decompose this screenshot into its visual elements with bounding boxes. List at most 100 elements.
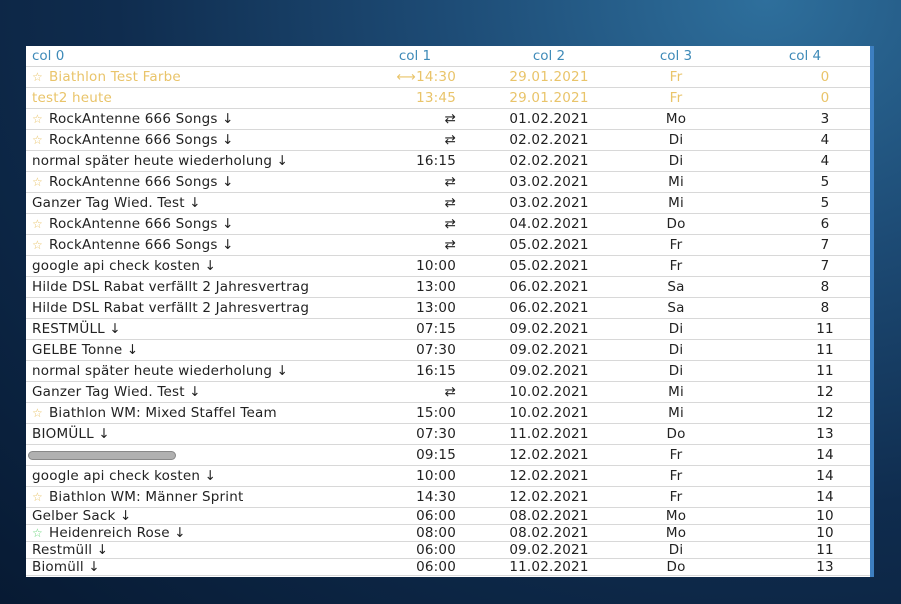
table-row[interactable]: Gelber Sack ↓ 06:00 08.02.2021 Mo 10 <box>26 507 870 525</box>
row-title: google api check kosten ↓ <box>32 258 217 274</box>
table-row[interactable]: Biomüll ↓ 06:00 11.02.2021 Do 13 <box>26 558 870 576</box>
cell-date: 02.02.2021 <box>486 150 612 172</box>
table-row[interactable]: google api check kosten ↓ 10:00 12.02.20… <box>26 465 870 487</box>
cell-weekday: Do <box>612 558 740 576</box>
cell-title: ☆ RockAntenne 666 Songs ↓ <box>26 234 344 256</box>
column-header-0[interactable]: col 0 <box>26 46 344 67</box>
table-row[interactable]: Hilde DSL Rabat verfällt 2 Jahresvertrag… <box>26 297 870 319</box>
cell-date: 04.02.2021 <box>486 213 612 235</box>
cell-weekday: Sa <box>612 276 740 298</box>
table-row[interactable]: ☆ RockAntenne 666 Songs ↓ ⇄ 05.02.2021 Fr… <box>26 234 870 256</box>
table-header-row: col 0 col 1 col 2 col 3 col 4 <box>26 46 870 67</box>
row-title: Biathlon WM: Mixed Staffel Team <box>48 405 277 421</box>
cell-count: 14 <box>740 486 870 508</box>
row-title: normal später heute wiederholung ↓ <box>32 153 289 169</box>
row-title: Biathlon Test Farbe <box>48 69 181 85</box>
star-icon: ☆ <box>32 133 43 147</box>
cell-count: 14 <box>740 465 870 487</box>
cell-date: 03.02.2021 <box>486 192 612 214</box>
cell-date: 29.01.2021 <box>486 87 612 109</box>
column-header-2[interactable]: col 2 <box>486 46 612 67</box>
cell-count: 4 <box>740 150 870 172</box>
table-row[interactable]: ☆ Biathlon Test Farbe ⟷14:30 29.01.2021 F… <box>26 66 870 88</box>
row-title: Ganzer Tag Wied. Test ↓ <box>32 384 201 400</box>
cell-weekday: Mo <box>612 108 740 130</box>
table-row[interactable]: ☆ RockAntenne 666 Songs ↓ ⇄ 02.02.2021 Di… <box>26 129 870 151</box>
row-title: Ganzer Tag Wied. Test ↓ <box>32 195 201 211</box>
cell-weekday: Fr <box>612 87 740 109</box>
cell-weekday: Mi <box>612 192 740 214</box>
cell-weekday: Di <box>612 318 740 340</box>
cell-weekday: Fr <box>612 66 740 88</box>
cell-title: BIOMÜLL ↓ <box>26 423 344 445</box>
row-title: Biomüll ↓ <box>32 559 100 575</box>
cell-time: 07:15 <box>344 318 486 340</box>
cell-time: 10:00 <box>344 465 486 487</box>
cell-date: 29.01.2021 <box>486 66 612 88</box>
cell-time: 15:00 <box>344 402 486 424</box>
cell-weekday: Fr <box>612 444 740 466</box>
table-row[interactable]: ☆ Biathlon WM: Mixed Staffel Team 15:00 1… <box>26 402 870 424</box>
table-row[interactable]: 09:15 12.02.2021 Fr 14 <box>26 444 870 466</box>
cell-title: ☆ RockAntenne 666 Songs ↓ <box>26 213 344 235</box>
cell-date: 05.02.2021 <box>486 255 612 277</box>
cell-title: google api check kosten ↓ <box>26 255 344 277</box>
table-row[interactable]: Hilde DSL Rabat verfällt 2 Jahresvertrag… <box>26 276 870 298</box>
cell-time: 13:00 <box>344 276 486 298</box>
redacted-title <box>28 450 176 460</box>
table-row[interactable]: ☆ Biathlon WM: Männer Sprint 14:30 12.02.… <box>26 486 870 508</box>
cell-weekday: Do <box>612 213 740 235</box>
cell-count: 5 <box>740 171 870 193</box>
star-icon: ☆ <box>32 112 43 126</box>
cell-count: 12 <box>740 402 870 424</box>
row-title: google api check kosten ↓ <box>32 468 217 484</box>
cell-count: 13 <box>740 558 870 576</box>
cell-date: 10.02.2021 <box>486 381 612 403</box>
cell-weekday: Fr <box>612 234 740 256</box>
table-row[interactable]: RESTMÜLL ↓ 07:15 09.02.2021 Di 11 <box>26 318 870 340</box>
table-row[interactable]: Ganzer Tag Wied. Test ↓ ⇄ 10.02.2021 Mi … <box>26 381 870 403</box>
cell-title: ☆ RockAntenne 666 Songs ↓ <box>26 129 344 151</box>
cell-time: 09:15 <box>344 444 486 466</box>
table-row[interactable]: test2 heute 13:45 29.01.2021 Fr 0 <box>26 87 870 109</box>
cell-time: ⇄ <box>344 108 486 130</box>
table-row[interactable]: BIOMÜLL ↓ 07:30 11.02.2021 Do 13 <box>26 423 870 445</box>
table-row[interactable]: Ganzer Tag Wied. Test ↓ ⇄ 03.02.2021 Mi … <box>26 192 870 214</box>
table-row[interactable]: GELBE Tonne ↓ 07:30 09.02.2021 Di 11 <box>26 339 870 361</box>
table-row[interactable]: normal später heute wiederholung ↓ 16:15… <box>26 360 870 382</box>
table-row[interactable]: ☆ RockAntenne 666 Songs ↓ ⇄ 03.02.2021 Mi… <box>26 171 870 193</box>
table-row[interactable]: ☆ RockAntenne 666 Songs ↓ ⇄ 04.02.2021 Do… <box>26 213 870 235</box>
cell-count: 11 <box>740 360 870 382</box>
cell-weekday: Fr <box>612 486 740 508</box>
column-header-4[interactable]: col 4 <box>740 46 870 67</box>
table-row[interactable]: normal später heute wiederholung ↓ 16:15… <box>26 150 870 172</box>
star-icon: ☆ <box>32 238 43 252</box>
cell-time: ⇄ <box>344 129 486 151</box>
cell-weekday: Fr <box>612 255 740 277</box>
column-header-1[interactable]: col 1 <box>344 46 486 67</box>
cell-weekday: Mi <box>612 381 740 403</box>
cell-time: ⟷14:30 <box>344 66 486 88</box>
table-row[interactable]: ☆ Heidenreich Rose ↓ 08:00 08.02.2021 Mo … <box>26 524 870 542</box>
cell-count: 7 <box>740 234 870 256</box>
cell-time: ⇄ <box>344 234 486 256</box>
cell-title: Restmüll ↓ <box>26 541 344 559</box>
table-row[interactable]: Restmüll ↓ 06:00 09.02.2021 Di 11 <box>26 541 870 559</box>
column-header-3[interactable]: col 3 <box>612 46 740 67</box>
table-row[interactable]: ☆ RockAntenne 666 Songs ↓ ⇄ 01.02.2021 Mo… <box>26 108 870 130</box>
cell-title: normal später heute wiederholung ↓ <box>26 150 344 172</box>
cell-title: normal später heute wiederholung ↓ <box>26 360 344 382</box>
cell-time: 06:00 <box>344 558 486 576</box>
cell-date: 11.02.2021 <box>486 558 612 576</box>
cell-date: 09.02.2021 <box>486 318 612 340</box>
row-title: Hilde DSL Rabat verfällt 2 Jahresvertrag <box>32 300 310 316</box>
row-title: GELBE Tonne ↓ <box>32 342 139 358</box>
cell-title: GELBE Tonne ↓ <box>26 339 344 361</box>
cell-count: 12 <box>740 381 870 403</box>
cell-date: 09.02.2021 <box>486 339 612 361</box>
cell-time: 06:00 <box>344 541 486 559</box>
table-row[interactable]: google api check kosten ↓ 10:00 05.02.20… <box>26 255 870 277</box>
cell-date: 11.02.2021 <box>486 423 612 445</box>
cell-title: Hilde DSL Rabat verfällt 2 Jahresvertrag <box>26 297 344 319</box>
cell-time: 07:30 <box>344 339 486 361</box>
